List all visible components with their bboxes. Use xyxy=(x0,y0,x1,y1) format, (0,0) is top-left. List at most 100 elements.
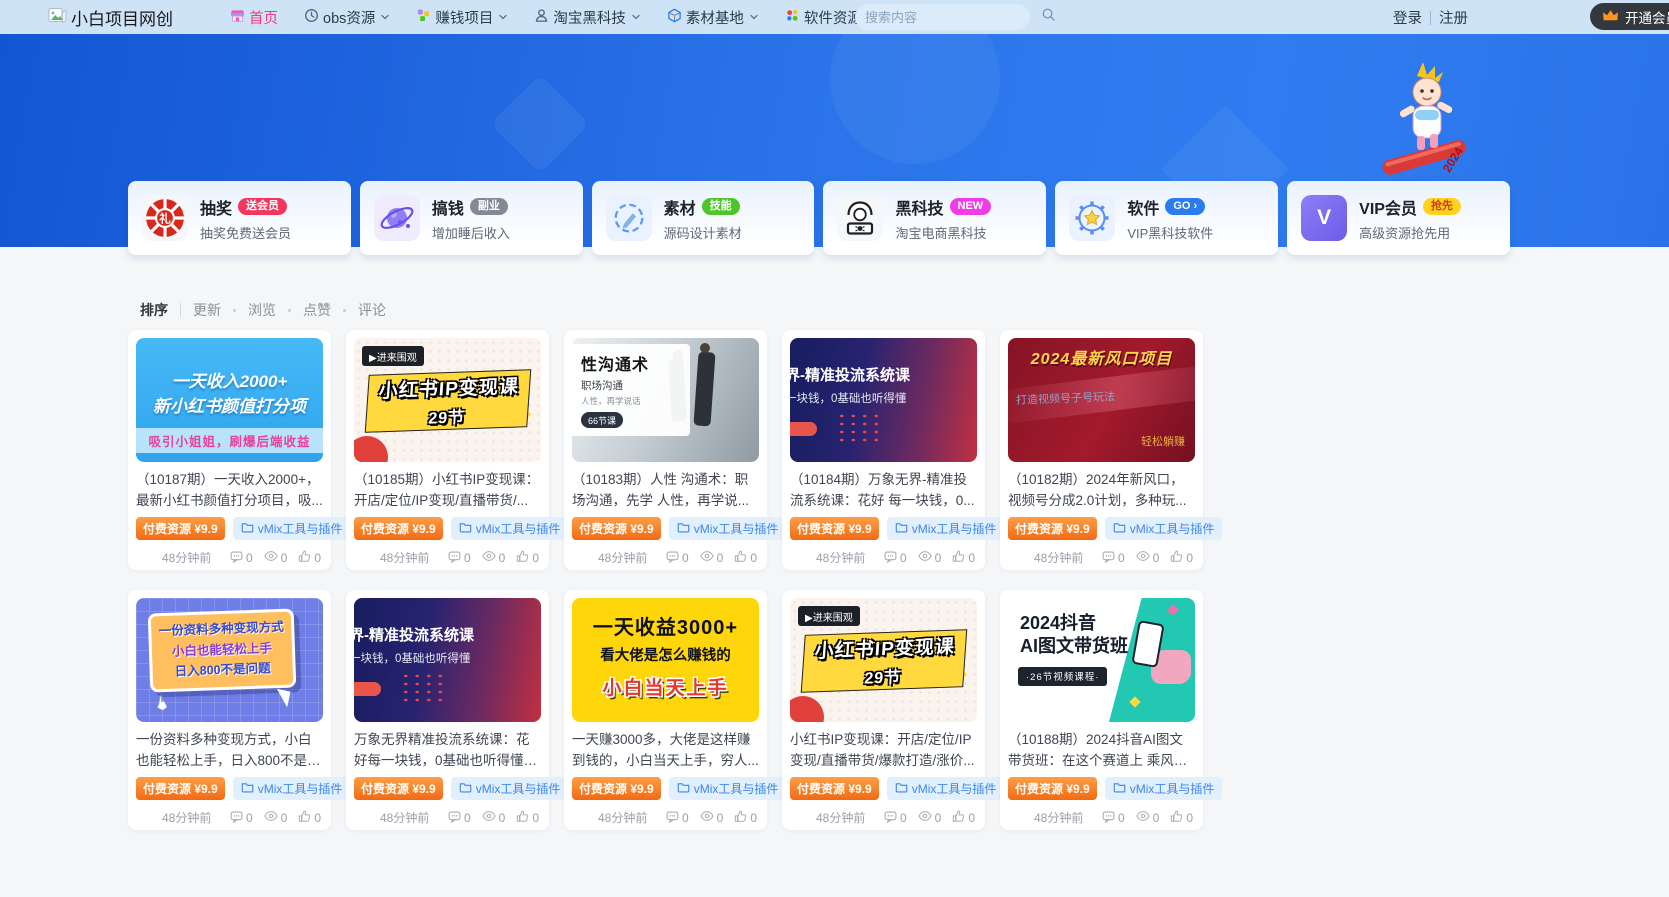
login-link[interactable]: 登录 xyxy=(1393,7,1422,28)
folder-icon xyxy=(677,782,690,796)
view-count: 0 xyxy=(1136,550,1160,565)
card-title[interactable]: （10185期）小红书IP变现课：开店/定位/IP变现/直播带货/... xyxy=(354,469,541,511)
card-title[interactable]: （10182期）2024年新风口，视频号分成2.0计划，多种玩... xyxy=(1008,469,1195,511)
post-time: 48分钟前 xyxy=(1008,549,1083,566)
card-thumbnail[interactable]: ▶进来围观小红书IP变现课29节 xyxy=(354,338,541,462)
feature-card-VIP会员[interactable]: V VIP会员 抢先 高级资源抢先用 xyxy=(1287,181,1510,255)
category-link[interactable]: vMix工具与插件 xyxy=(233,777,351,800)
chevron-down-icon xyxy=(498,12,508,22)
like-count: 0 xyxy=(952,810,975,826)
category-link[interactable]: vMix工具与插件 xyxy=(1105,517,1223,540)
feature-card-黑科技[interactable]: 黑科技 NEW 淘宝电商黑科技 xyxy=(823,181,1046,255)
like-count: 0 xyxy=(516,810,539,826)
post-time: 48分钟前 xyxy=(572,549,647,566)
thumb-decor-tail xyxy=(273,689,290,708)
card-thumbnail[interactable]: 2024最新风口项目打造视频号子号玩法轻松躺赚 xyxy=(1008,338,1195,462)
thumb-subline: 看大佬是怎么赚钱的 xyxy=(572,644,759,665)
price-badge[interactable]: 付费资源 ¥9.9 xyxy=(790,777,879,800)
site-logo[interactable]: 小白项目网创 xyxy=(48,5,173,30)
feature-description: VIP黑科技软件 xyxy=(1127,223,1213,242)
price-badge[interactable]: 付费资源 ¥9.9 xyxy=(136,517,225,540)
view-count: 0 xyxy=(264,810,288,825)
feature-card-素材[interactable]: 素材 技能 源码设计素材 xyxy=(592,181,815,255)
category-link[interactable]: vMix工具与插件 xyxy=(233,517,351,540)
card-title[interactable]: （10183期）人性 沟通术：职场沟通，先学 人性，再学说... xyxy=(572,469,759,511)
category-link[interactable]: vMix工具与插件 xyxy=(669,517,787,540)
card-title[interactable]: （10188期）2024抖音AI图文带货班：在这个赛道上 乘风破... xyxy=(1008,729,1195,771)
feature-card-软件[interactable]: 软件 GO › VIP黑科技软件 xyxy=(1055,181,1278,255)
open-vip-button[interactable]: 开通会员 xyxy=(1590,3,1669,30)
resource-card[interactable]: 一天收益3000+看大佬是怎么赚钱的小白当天上手 一天赚3000多，大佬是这样赚… xyxy=(564,590,767,830)
card-thumbnail[interactable]: 界-精准投流系统课一块钱，0基础也听得懂 xyxy=(790,338,977,462)
card-thumbnail[interactable]: 一天收益3000+看大佬是怎么赚钱的小白当天上手 xyxy=(572,598,759,722)
category-link[interactable]: vMix工具与插件 xyxy=(1105,777,1223,800)
feature-title: 搞钱 xyxy=(432,195,464,219)
sort-option-更新[interactable]: 更新 xyxy=(193,300,221,320)
resource-card[interactable]: 一天收入2000+新小红书颜值打分项吸引小姐姐，刷爆后端收益 （10187期）一… xyxy=(128,330,331,570)
card-title[interactable]: （10184期）万象无界-精准投流系统课：花好 每一块钱，0... xyxy=(790,469,977,511)
card-thumbnail[interactable]: 2024抖音AI图文带货班·26节视频课程· xyxy=(1008,598,1195,722)
category-link[interactable]: vMix工具与插件 xyxy=(669,777,787,800)
card-thumbnail[interactable]: 一天收入2000+新小红书颜值打分项吸引小姐姐，刷爆后端收益 xyxy=(136,338,323,462)
post-time: 48分钟前 xyxy=(572,809,647,826)
sort-option-浏览[interactable]: 浏览 xyxy=(248,300,276,320)
person-icon xyxy=(534,8,549,27)
card-title[interactable]: 一份资料多种变现方式，小白也能轻松上手，日入800不是问题 xyxy=(136,729,323,771)
thumb-headline: 界-精准投流系统课 xyxy=(790,364,910,385)
card-thumbnail[interactable]: 性沟通术职场沟通人性，再学说话66节课 xyxy=(572,338,759,462)
category-link[interactable]: vMix工具与插件 xyxy=(451,517,569,540)
card-title[interactable]: 万象无界精准投流系统课：花好每一块钱，0基础也听得懂（... xyxy=(354,729,541,771)
resource-card[interactable]: ▶进来围观小红书IP变现课29节 （10185期）小红书IP变现课：开店/定位/… xyxy=(346,330,549,570)
price-badge[interactable]: 付费资源 ¥9.9 xyxy=(1008,517,1097,540)
main-nav-menu: 首页 obs资源 赚钱项目 淘宝黑科技 素材基地 软件资源 xyxy=(230,0,877,34)
thumb-headline: 2024最新风口项目 xyxy=(1008,345,1195,369)
register-link[interactable]: 注册 xyxy=(1439,7,1468,28)
nav-item-cube[interactable]: 素材基地 xyxy=(667,7,759,28)
price-badge[interactable]: 付费资源 ¥9.9 xyxy=(1008,777,1097,800)
thumb-headline: 一天收益3000+ xyxy=(572,598,759,640)
price-badge[interactable]: 付费资源 ¥9.9 xyxy=(572,517,661,540)
card-thumbnail[interactable]: ▶进来围观小红书IP变现课29节 xyxy=(790,598,977,722)
resource-card[interactable]: 界-精准投流系统课一块钱，0基础也听得懂 万象无界精准投流系统课：花好每一块钱，… xyxy=(346,590,549,830)
post-time: 48分钟前 xyxy=(136,809,211,826)
card-title[interactable]: 小红书IP变现课：开店/定位/IP变现/直播带货/爆款打造/涨价... xyxy=(790,729,977,771)
price-badge[interactable]: 付费资源 ¥9.9 xyxy=(790,517,879,540)
category-link[interactable]: vMix工具与插件 xyxy=(887,517,1005,540)
nav-item-home[interactable]: 首页 xyxy=(230,7,278,28)
hand-pointer-icon xyxy=(152,693,172,718)
card-thumbnail[interactable]: 一份资料多种变现方式小白也能轻松上手日入800不是问题 xyxy=(136,598,323,722)
chevron-down-icon xyxy=(380,12,390,22)
price-badge[interactable]: 付费资源 ¥9.9 xyxy=(572,777,661,800)
resource-card[interactable]: 2024最新风口项目打造视频号子号玩法轻松躺赚 （10182期）2024年新风口… xyxy=(1000,330,1203,570)
resource-card[interactable]: ▶进来围观小红书IP变现课29节 小红书IP变现课：开店/定位/IP变现/直播带… xyxy=(782,590,985,830)
clock-icon xyxy=(304,8,319,27)
sort-option-评论[interactable]: 评论 xyxy=(358,300,386,320)
resource-card[interactable]: 一份资料多种变现方式小白也能轻松上手日入800不是问题 一份资料多种变现方式，小… xyxy=(128,590,331,830)
view-count: 0 xyxy=(264,550,288,565)
search-icon[interactable] xyxy=(1041,7,1056,27)
resource-card[interactable]: 性沟通术职场沟通人性，再学说话66节课 （10183期）人性 沟通术：职场沟通，… xyxy=(564,330,767,570)
card-title[interactable]: 一天赚3000多，大佬是这样赚到钱的，小白当天上手，穷人... xyxy=(572,729,759,771)
comment-count: 0 xyxy=(230,810,253,826)
view-count: 0 xyxy=(700,810,724,825)
view-count: 0 xyxy=(1136,810,1160,825)
resource-card[interactable]: 2024抖音AI图文带货班·26节视频课程· （10188期）2024抖音AI图… xyxy=(1000,590,1203,830)
post-time: 48分钟前 xyxy=(354,549,429,566)
resource-card[interactable]: 界-精准投流系统课一块钱，0基础也听得懂 （10184期）万象无界-精准投流系统… xyxy=(782,330,985,570)
sort-option-点赞[interactable]: 点赞 xyxy=(303,300,331,320)
card-title[interactable]: （10187期）一天收入2000+，最新小红书颜值打分项目，吸... xyxy=(136,469,323,511)
price-badge[interactable]: 付费资源 ¥9.9 xyxy=(354,517,443,540)
price-badge[interactable]: 付费资源 ¥9.9 xyxy=(354,777,443,800)
nav-item-person[interactable]: 淘宝黑科技 xyxy=(534,7,641,28)
thumb-subline: 吸引小姐姐，刷爆后端收益 xyxy=(136,428,323,453)
category-link[interactable]: vMix工具与插件 xyxy=(887,777,1005,800)
nav-item-blocks[interactable]: 赚钱项目 xyxy=(416,7,508,28)
card-thumbnail[interactable]: 界-精准投流系统课一块钱，0基础也听得懂 xyxy=(354,598,541,722)
search-input[interactable] xyxy=(865,10,1041,25)
search-box[interactable] xyxy=(855,4,1030,30)
price-badge[interactable]: 付费资源 ¥9.9 xyxy=(136,777,225,800)
feature-card-抽奖[interactable]: 礼 抽奖 送会员 抽奖免费送会员 xyxy=(128,181,351,255)
category-link[interactable]: vMix工具与插件 xyxy=(451,777,569,800)
nav-item-clock[interactable]: obs资源 xyxy=(304,7,390,28)
feature-card-搞钱[interactable]: 搞钱 副业 增加睡后收入 xyxy=(360,181,583,255)
